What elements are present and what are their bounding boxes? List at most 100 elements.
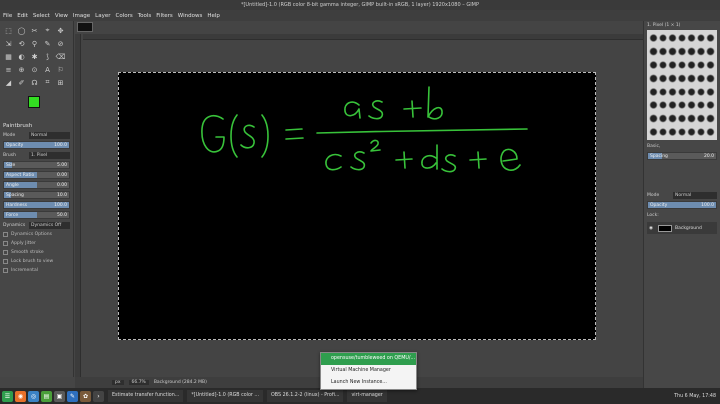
option-check[interactable]: Lock brush to view <box>3 258 70 265</box>
brush-preset-icon[interactable] <box>677 125 687 138</box>
taskbar-task-3[interactable]: virt-manager <box>347 390 387 402</box>
option-check[interactable]: Dynamics Options <box>3 231 70 238</box>
menu-item-file[interactable]: File <box>3 13 12 19</box>
tool-icon-14[interactable]: ⌫ <box>55 51 66 62</box>
firefox-icon[interactable]: ◉ <box>15 390 26 402</box>
option-check[interactable]: Apply Jitter <box>3 240 70 247</box>
tool-icon-4[interactable]: ✥ <box>55 25 66 36</box>
taskbar-task-1[interactable]: *[Untitled]-1.0 (RGB color ... <box>187 390 264 402</box>
brush-preset-icon[interactable] <box>696 45 706 58</box>
brush-preset-icon[interactable] <box>687 32 696 45</box>
brush-preset-icon[interactable] <box>649 58 658 72</box>
brush-preset-icon[interactable] <box>649 45 658 58</box>
tool-icon-19[interactable]: ⚐ <box>55 64 66 75</box>
brush-preset-icon[interactable] <box>677 45 687 58</box>
eye-icon[interactable]: ◉ <box>647 226 655 231</box>
layer-mode-select[interactable]: Normal <box>673 191 717 199</box>
layer-row-background[interactable]: ◉ Background <box>647 222 717 234</box>
taskbar-task-0[interactable]: Estimate transfer function... <box>108 390 184 402</box>
option-check[interactable]: Smooth stroke <box>3 249 70 256</box>
brush-preset-icon[interactable] <box>687 125 696 138</box>
brush-preset-icon[interactable] <box>687 85 696 98</box>
brush-preset-icon[interactable] <box>696 58 706 72</box>
brush-preset-icon[interactable] <box>658 98 668 112</box>
tool-icon-5[interactable]: ⇲ <box>3 38 14 49</box>
brush-preset-icon[interactable] <box>677 98 687 112</box>
slider-force[interactable]: Force 50.0 <box>3 211 70 219</box>
brush-preset-icon[interactable] <box>706 98 715 112</box>
brush-preset-icon[interactable] <box>687 98 696 112</box>
brush-preset-icon[interactable] <box>706 45 715 58</box>
menu-item-windows[interactable]: Windows <box>178 13 203 19</box>
brush-preset-icon[interactable] <box>706 112 715 125</box>
brush-preset-icon[interactable] <box>696 125 706 138</box>
unit-select[interactable]: px <box>112 380 124 385</box>
files-icon[interactable]: ▣ <box>54 390 65 402</box>
checkbox[interactable] <box>3 250 8 255</box>
menu-item-tools[interactable]: Tools <box>138 13 152 19</box>
tool-icon-20[interactable]: ◢ <box>3 77 14 88</box>
menu-item-layer[interactable]: Layer <box>95 13 110 19</box>
brush-preset-icon[interactable] <box>658 125 668 138</box>
brush-preset-icon[interactable] <box>706 85 715 98</box>
brush-preset-icon[interactable] <box>687 45 696 58</box>
menu-item-view[interactable]: View <box>55 13 68 19</box>
tool-icon-12[interactable]: ✱ <box>29 51 40 62</box>
layer-opacity-slider[interactable]: Opacity 100.0 <box>647 201 717 209</box>
brush-grid[interactable] <box>647 30 717 140</box>
menu-item-help[interactable]: Help <box>207 13 220 19</box>
tool-icon-15[interactable]: ≡ <box>3 64 14 75</box>
opacity-slider[interactable]: Opacity 100.0 <box>3 141 70 149</box>
brush-preset-icon[interactable] <box>649 112 658 125</box>
dock-spacing-slider[interactable]: Spacing 20.0 <box>647 152 717 160</box>
foreground-color-swatch[interactable] <box>28 96 40 108</box>
slider-angle[interactable]: Angle 0.00 <box>3 181 70 189</box>
brush-preset-icon[interactable] <box>687 72 696 85</box>
spreadsheet-icon[interactable]: ▤ <box>41 390 52 402</box>
brush-preset-icon[interactable] <box>658 58 668 72</box>
brush-preset-icon[interactable] <box>687 58 696 72</box>
dynamics-select[interactable]: Dynamics Off <box>29 221 70 229</box>
tool-icon-23[interactable]: ⌗ <box>42 77 53 88</box>
slider-hardness[interactable]: Hardness 100.0 <box>3 201 70 209</box>
tool-icon-8[interactable]: ✎ <box>42 38 53 49</box>
tool-icon-24[interactable]: ⊞ <box>55 77 66 88</box>
brush-preset-icon[interactable] <box>649 32 658 45</box>
image-tab-thumbnail[interactable] <box>77 22 93 32</box>
menu-item-edit[interactable]: Edit <box>17 13 28 19</box>
brush-preset-icon[interactable] <box>668 32 677 45</box>
popup-item-1[interactable]: Virtual Machine Manager <box>321 365 416 377</box>
zoom-select[interactable]: 66.7% <box>128 380 149 385</box>
brush-preset-icon[interactable] <box>706 72 715 85</box>
slider-spacing[interactable]: Spacing 10.0 <box>3 191 70 199</box>
tool-icon-3[interactable]: ⌖ <box>42 25 53 36</box>
tool-icon-11[interactable]: ◐ <box>16 51 27 62</box>
tool-icon-16[interactable]: ⊕ <box>16 64 27 75</box>
brush-preset-icon[interactable] <box>677 32 687 45</box>
brush-preset-icon[interactable] <box>706 58 715 72</box>
brush-preset-icon[interactable] <box>687 112 696 125</box>
tool-icon-21[interactable]: ✐ <box>16 77 27 88</box>
tool-icon-6[interactable]: ⟲ <box>16 38 27 49</box>
menu-item-select[interactable]: Select <box>33 13 50 19</box>
option-check[interactable]: Incremental <box>3 267 70 274</box>
brush-preset-icon[interactable] <box>668 85 677 98</box>
brush-preset-icon[interactable] <box>649 125 658 138</box>
brush-preset-icon[interactable] <box>696 112 706 125</box>
brush-preset-icon[interactable] <box>658 72 668 85</box>
brush-preset-icon[interactable] <box>668 112 677 125</box>
brush-preset-icon[interactable] <box>658 85 668 98</box>
brush-preset-icon[interactable] <box>668 72 677 85</box>
checkbox[interactable] <box>3 232 8 237</box>
terminal-icon[interactable]: › <box>93 390 104 402</box>
tool-icon-18[interactable]: A <box>42 64 53 75</box>
image-canvas[interactable] <box>118 72 596 340</box>
mode-select[interactable]: Normal <box>29 131 70 139</box>
tool-icon-10[interactable]: ▦ <box>3 51 14 62</box>
brush-select[interactable]: 1. Pixel <box>29 151 70 159</box>
tool-icon-22[interactable]: ☊ <box>29 77 40 88</box>
brush-preset-icon[interactable] <box>696 98 706 112</box>
chrome-icon[interactable]: ◎ <box>28 390 39 402</box>
brush-preset-icon[interactable] <box>668 98 677 112</box>
app-menu-icon[interactable]: ☰ <box>2 390 13 402</box>
